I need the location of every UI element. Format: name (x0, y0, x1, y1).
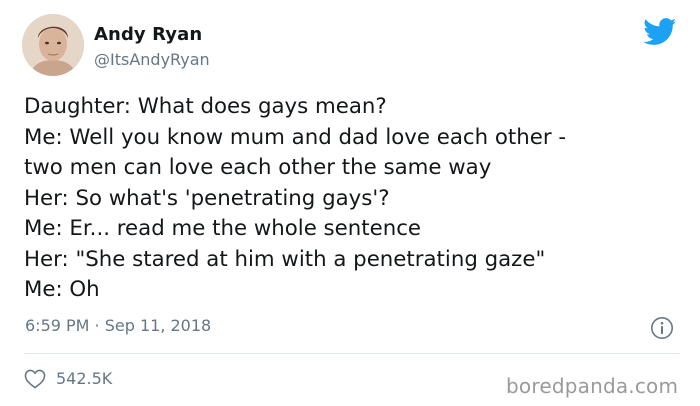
tweet-line: Daughter: What does gays mean? (24, 94, 387, 119)
tweet-line: Her: "She stared at him with a penetrati… (24, 246, 546, 272)
author-display-name[interactable]: Andy Ryan (94, 24, 202, 45)
twitter-bird-icon[interactable] (643, 18, 677, 46)
tweet-text: Daughter: What does gays mean? Me: Well … (24, 92, 684, 306)
avatar[interactable] (22, 14, 84, 76)
tweet-line: Me: Oh (24, 277, 100, 302)
divider (24, 353, 680, 354)
avatar-image (22, 14, 84, 76)
tweet-line: Me: Er... read me the whole sentence (24, 216, 422, 241)
author-handle[interactable]: @ItsAndyRyan (94, 50, 210, 69)
tweet-line: Me: Well you know mum and dad love each … (24, 124, 567, 150)
tweet-line: two men can love each other the same way (24, 155, 492, 180)
tweet-timestamp[interactable]: 6:59 PM · Sep 11, 2018 (25, 316, 211, 335)
watermark: boredpanda.com (506, 374, 679, 398)
tweet-line: Her: So what's 'penetrating gays'? (24, 185, 390, 211)
heart-icon[interactable] (24, 369, 46, 389)
like-count[interactable]: 542.5K (56, 369, 112, 388)
info-icon[interactable] (650, 316, 674, 340)
